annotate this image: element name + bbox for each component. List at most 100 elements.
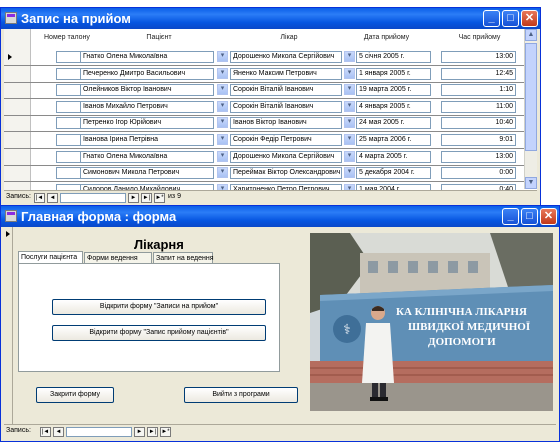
first-record-button[interactable]: |◄ (40, 427, 51, 437)
patient-dropdown-icon[interactable]: ▾ (217, 100, 228, 112)
first-record-button[interactable]: |◄ (34, 193, 45, 203)
column-header-time: Час прийому (458, 34, 501, 41)
appointment-time-cell[interactable]: 1:10 (441, 84, 516, 97)
table-row[interactable]: 6Іванова Ірина ПетрівнаСорокін Федір Пет… (4, 133, 532, 149)
records-title: Запис на прийом (21, 11, 131, 26)
form-icon (5, 12, 17, 24)
prev-record-button[interactable]: ◄ (47, 193, 58, 203)
maximize-button[interactable]: □ (521, 208, 538, 225)
records-titlebar[interactable]: Запис на прийом _ □ ✕ (1, 8, 540, 29)
patient-combobox[interactable]: Печеренко Дмитро Васильович (80, 67, 214, 80)
patient-dropdown-icon[interactable]: ▾ (217, 84, 228, 96)
sign-line-2: ШВИДКОЇ МЕДИЧНОЇ (408, 320, 530, 333)
table-row[interactable]: 5Петренко Ігор ЮрійовичІванов Віктор Іва… (4, 116, 532, 133)
appointment-time-cell[interactable]: 11:00 (441, 100, 516, 113)
patient-combobox[interactable]: Гнатко Олена Миколаївна (80, 51, 214, 63)
doctor-dropdown-icon[interactable]: ▾ (344, 67, 355, 79)
table-row[interactable]: 4Іванов Михайло ПетровичСорокін Віталій … (4, 100, 532, 116)
doctor-combobox[interactable]: Сорокін Віталій Іванович (230, 100, 342, 113)
maximize-button[interactable]: □ (502, 10, 519, 27)
appointment-time-cell[interactable]: 13:00 (441, 150, 516, 163)
patient-combobox[interactable]: Гнатко Олена Миколаївна (80, 150, 214, 163)
doctor-combobox[interactable]: Переймак Віктор Олександрович (230, 167, 342, 180)
next-record-button[interactable]: ► (128, 193, 139, 203)
patient-dropdown-icon[interactable]: ▾ (217, 134, 228, 145)
appointment-date-cell[interactable]: 4 марта 2005 г. (356, 150, 431, 163)
current-record-icon (8, 54, 12, 60)
patient-dropdown-icon[interactable]: ▾ (217, 150, 228, 162)
doctor-dropdown-icon[interactable]: ▾ (344, 167, 355, 179)
minimize-button[interactable]: _ (483, 10, 500, 27)
tab-management-forms[interactable]: Форми ведення (84, 252, 152, 263)
table-row[interactable]: 8Гнатко Олена МиколаївнаДорошенко Микола… (4, 150, 532, 166)
doctor-dropdown-icon[interactable]: ▾ (344, 51, 355, 62)
doctor-dropdown-icon[interactable]: ▾ (344, 134, 355, 145)
scroll-down-icon[interactable]: ▼ (525, 177, 537, 189)
open-query-form-button[interactable]: Відкрити форму "Запис прийому пацієнтів" (52, 325, 266, 341)
record-selector[interactable] (4, 227, 13, 425)
prev-record-button[interactable]: ◄ (53, 427, 64, 437)
doctor-dropdown-icon[interactable]: ▾ (344, 100, 355, 112)
appointment-date-cell[interactable]: 19 марта 2005 г. (356, 84, 431, 97)
close-button[interactable]: ✕ (540, 208, 557, 225)
appointment-time-cell[interactable]: 12:45 (441, 67, 516, 80)
patient-combobox[interactable]: Олейников Віктор Іванович (80, 84, 214, 97)
next-record-button[interactable]: ► (134, 427, 145, 437)
appointment-time-cell[interactable]: 10:40 (441, 117, 516, 130)
appointment-time-cell[interactable]: 13:00 (441, 51, 516, 63)
patient-combobox[interactable]: Іванова Ірина Петрівна (80, 134, 214, 146)
new-record-button[interactable]: ►* (160, 427, 171, 437)
appointment-date-cell[interactable]: 24 мая 2005 г. (356, 117, 431, 130)
doctor-combobox[interactable]: Яненко Максим Петрович (230, 67, 342, 80)
doctor-dropdown-icon[interactable]: ▾ (344, 117, 355, 129)
tab-page (18, 263, 280, 372)
patient-dropdown-icon[interactable]: ▾ (217, 67, 228, 79)
minimize-button[interactable]: _ (502, 208, 519, 225)
close-button[interactable]: ✕ (521, 10, 538, 27)
appointment-date-cell[interactable]: 5 декабря 2004 г. (356, 167, 431, 180)
appointment-time-cell[interactable]: 9:01 (441, 134, 516, 146)
doctor-combobox[interactable]: Дорошенко Микола Сергійович (230, 51, 342, 63)
doctor-combobox[interactable]: Дорошенко Микола Сергійович (230, 150, 342, 163)
exit-program-button[interactable]: Вийти з програми (184, 387, 298, 403)
main-form-title: Главная форма : форма (21, 209, 177, 224)
scroll-up-icon[interactable]: ▲ (525, 29, 537, 41)
appointment-date-cell[interactable]: 5 січня 2005 г. (356, 51, 431, 63)
patient-combobox[interactable]: Іванов Михайло Петрович (80, 100, 214, 113)
doctor-combobox[interactable]: Сорокін Віталій Іванович (230, 84, 342, 97)
doctor-combobox[interactable]: Сорокін Федір Петрович (230, 134, 342, 146)
column-header-number: Номер талону (44, 34, 90, 41)
appointment-date-cell[interactable]: 1 января 2005 г. (356, 67, 431, 80)
records-datasheet: Номер талону Пацієнт Лікар Дата прийому … (4, 29, 537, 205)
tab-management-query[interactable]: Запит на ведення (153, 252, 214, 263)
open-records-form-button[interactable]: Відкрити форму "Записи на прийом" (52, 299, 266, 315)
doctor-dropdown-icon[interactable]: ▾ (344, 150, 355, 162)
records-window: Запис на прийом _ □ ✕ Номер талону Паціє… (0, 7, 541, 209)
table-row[interactable]: 9Симонович Микола ПетровичПереймак Вікто… (4, 166, 532, 183)
patient-dropdown-icon[interactable]: ▾ (217, 167, 228, 179)
table-row[interactable]: 1Гнатко Олена МиколаївнаДорошенко Микола… (4, 50, 532, 66)
appointment-date-cell[interactable]: 4 января 2005 г. (356, 100, 431, 113)
appointment-time-cell[interactable]: 0:00 (441, 167, 516, 180)
patient-dropdown-icon[interactable]: ▾ (217, 51, 228, 62)
new-record-button[interactable]: ►* (154, 193, 165, 203)
last-record-button[interactable]: ►| (147, 427, 158, 437)
table-row[interactable]: 2Печеренко Дмитро ВасильовичЯненко Макси… (4, 67, 532, 83)
vertical-scrollbar[interactable]: ▲ ▼ (524, 29, 537, 189)
last-record-button[interactable]: ►| (141, 193, 152, 203)
doctor-combobox[interactable]: Іванов Віктор Іванович (230, 117, 342, 130)
patient-dropdown-icon[interactable]: ▾ (217, 117, 228, 129)
records-navigation-bar: Запись: |◄ ◄ ► ►| ►* из 9 (4, 190, 537, 205)
doctor-dropdown-icon[interactable]: ▾ (344, 84, 355, 96)
appointment-date-cell[interactable]: 25 марта 2006 г. (356, 134, 431, 146)
main-form-titlebar[interactable]: Главная форма : форма _ □ ✕ (1, 206, 559, 227)
patient-combobox[interactable]: Петренко Ігор Юрійович (80, 117, 214, 130)
table-row[interactable]: 3Олейников Віктор ІвановичСорокін Віталі… (4, 83, 532, 100)
record-number-field[interactable] (60, 193, 126, 203)
record-number-field[interactable] (66, 427, 132, 437)
scroll-thumb[interactable] (525, 43, 537, 151)
svg-text:⚕: ⚕ (343, 322, 351, 338)
close-form-button[interactable]: Закрити форму (36, 387, 114, 403)
patient-combobox[interactable]: Симонович Микола Петрович (80, 167, 214, 180)
current-record-icon (6, 231, 10, 237)
